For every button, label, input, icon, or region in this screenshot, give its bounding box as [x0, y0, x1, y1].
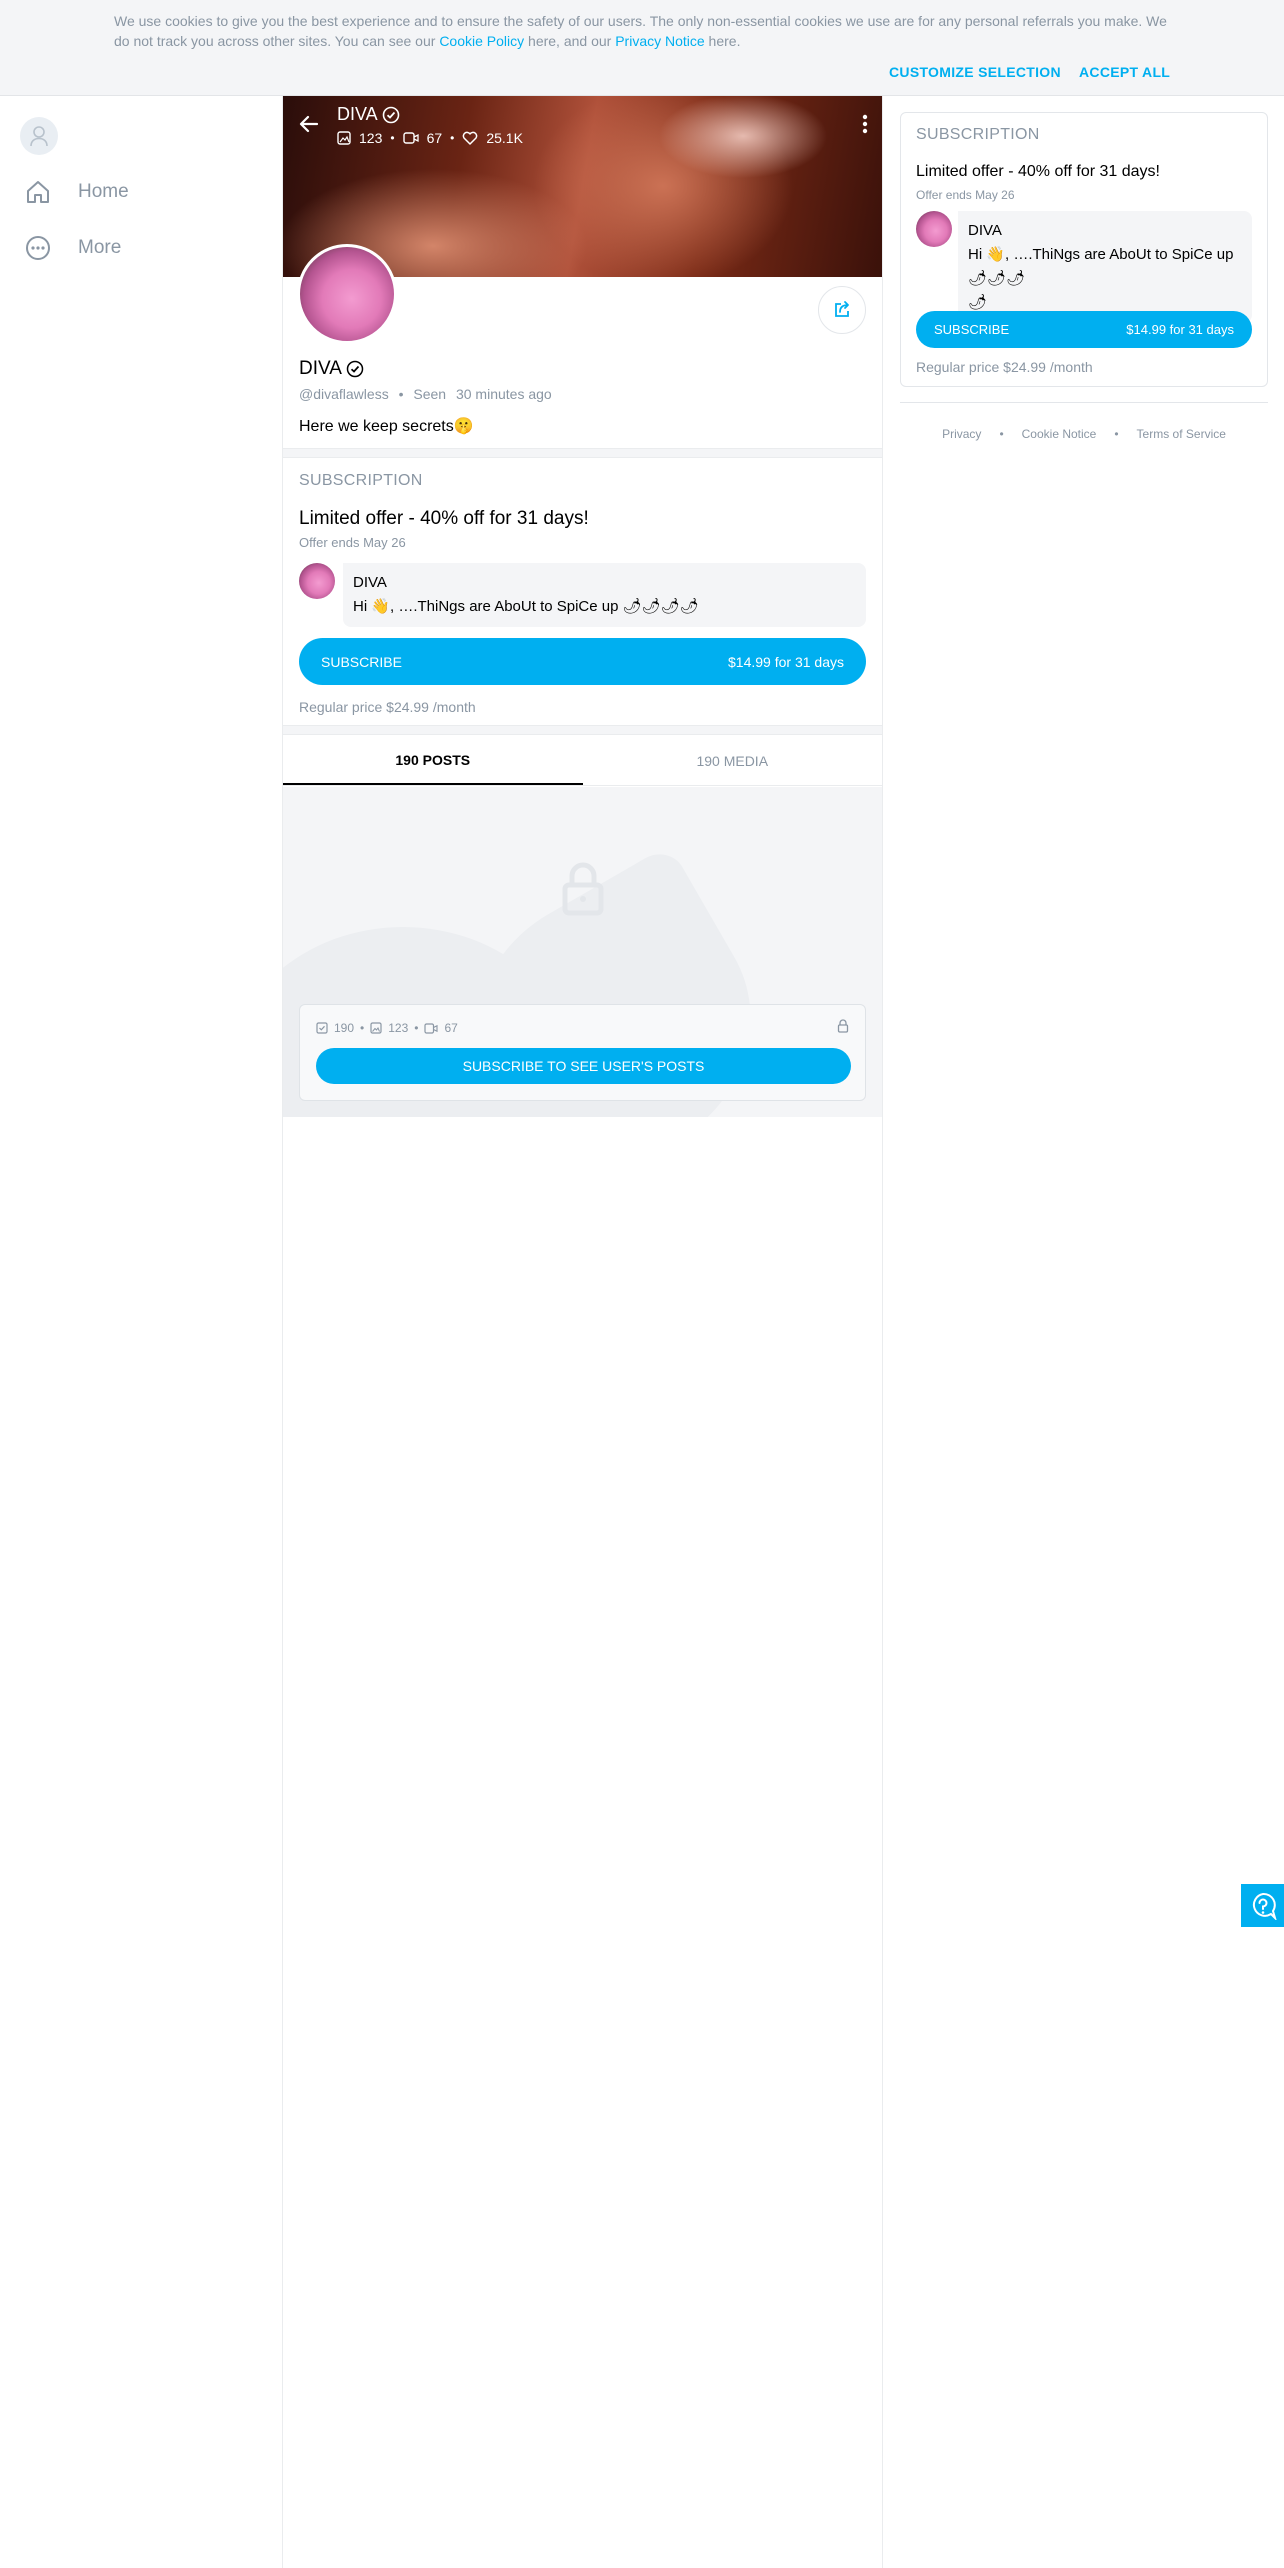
cookie-text: We use cookies to give you the best expe… [114, 11, 1174, 51]
cookie-policy-link[interactable]: Cookie Policy [439, 33, 524, 49]
help-button[interactable] [1241, 1884, 1284, 1927]
separator-dot: • [999, 427, 1004, 441]
subscription-heading: SUBSCRIPTION [299, 472, 423, 489]
separator-dot: • [390, 131, 395, 145]
more-icon [26, 236, 50, 260]
message-text: Hi 👋, ….ThiNgs are AboUt to SpiCe up 🌶🌶🌶 [968, 246, 1234, 287]
subscription-card: SUBSCRIPTION Limited offer - 40% off for… [900, 112, 1268, 387]
cookie-notice-link[interactable]: Cookie Notice [1022, 427, 1097, 441]
help-icon [1252, 1892, 1277, 1920]
home-icon [27, 181, 49, 203]
sidebar-item-more[interactable]: More [24, 234, 121, 262]
subscribe-price: $14.99 for 31 days [1126, 322, 1234, 337]
cookie-text-part: here, and our [524, 33, 616, 49]
locked-post-count: 190 [334, 1021, 355, 1035]
offer-title: Limited offer - 40% off for 31 days! [299, 508, 589, 529]
cover-name: DIVA [337, 104, 400, 125]
message-text: Hi 👋, ….ThiNgs are AboUt to SpiCe up 🌶🌶🌶… [353, 598, 699, 615]
section-divider [283, 725, 882, 735]
user-icon [30, 126, 48, 147]
locked-posts: 190 • 123 • 67 SUBSCRIBE TO SEE USER'S P… [283, 787, 882, 1117]
message-author: DIVA [353, 574, 387, 591]
subscribe-to-see-posts-button[interactable]: SUBSCRIBE TO SEE USER'S POSTS [316, 1048, 851, 1084]
separator-dot: • [1114, 427, 1119, 441]
locked-video-count: 67 [444, 1021, 458, 1035]
subscription-heading: SUBSCRIPTION [916, 126, 1040, 143]
message-bubble: DIVA Hi 👋, ….ThiNgs are AboUt to SpiCe u… [343, 563, 866, 627]
like-count: 25.1K [486, 130, 523, 146]
privacy-notice-link[interactable]: Privacy Notice [615, 33, 704, 49]
message-author: DIVA [968, 222, 1002, 239]
photo-icon [337, 131, 351, 145]
profile-tabs: 190 POSTS 190 MEDIA [283, 736, 882, 786]
profile-name: DIVA [299, 358, 364, 380]
tab-posts[interactable]: 190 POSTS [283, 736, 583, 785]
subscribe-label: SUBSCRIBE [934, 322, 1010, 337]
heart-icon [463, 131, 478, 145]
section-divider [283, 448, 882, 458]
offer-title: Limited offer - 40% off for 31 days! [916, 163, 1160, 180]
video-icon [402, 132, 419, 144]
creator-message: DIVA Hi 👋, ….ThiNgs are AboUt to SpiCe u… [916, 211, 1252, 323]
message-avatar [916, 211, 952, 247]
share-icon [835, 301, 849, 317]
sidebar-item-label: Home [78, 181, 129, 202]
seen-label: Seen [413, 386, 447, 402]
cover-name-text: DIVA [337, 104, 378, 124]
regular-price: Regular price $24.99 /month [916, 359, 1093, 375]
separator-dot: • [360, 1021, 365, 1035]
locked-photo-count: 123 [388, 1021, 409, 1035]
verified-icon [346, 360, 364, 378]
accept-all-button[interactable]: ACCEPT ALL [1079, 64, 1170, 80]
locked-stats: 190 • 123 • 67 [316, 1021, 458, 1035]
offer-ends: Offer ends May 26 [916, 188, 1015, 202]
cover-image: DIVA 123 • 67 • 25.1K [283, 96, 882, 277]
user-avatar[interactable] [20, 117, 58, 155]
photo-icon [370, 1022, 382, 1034]
subscribe-label: SUBSCRIBE [321, 653, 402, 670]
profile-bio: Here we keep secrets🤫 [299, 418, 474, 435]
cookie-text-part: here. [704, 33, 741, 49]
profile-avatar[interactable] [297, 244, 397, 344]
footer-links: Privacy • Cookie Notice • Terms of Servi… [900, 402, 1268, 441]
seen-time: 30 minutes ago [455, 386, 552, 402]
locked-card: 190 • 123 • 67 SUBSCRIBE TO SEE USER'S P… [299, 1004, 866, 1101]
cookie-banner: We use cookies to give you the best expe… [0, 0, 1284, 96]
profile-handle: @divaflawless [299, 386, 389, 402]
profile-column: DIVA 123 • 67 • 25.1K DIVA @divaflawless… [282, 96, 883, 2568]
subscribe-button[interactable]: SUBSCRIBE $14.99 for 31 days [916, 311, 1252, 348]
subscribe-price: $14.99 for 31 days [728, 653, 844, 670]
lock-icon [837, 1019, 849, 1033]
share-button[interactable] [818, 286, 866, 334]
separator-dot: • [414, 1021, 419, 1035]
post-icon [316, 1022, 328, 1034]
lock-icon [562, 862, 604, 916]
separator-dot: • [450, 131, 455, 145]
cover-stats: 123 • 67 • 25.1K [337, 130, 523, 146]
video-icon [424, 1022, 439, 1034]
privacy-link[interactable]: Privacy [942, 427, 981, 441]
terms-link[interactable]: Terms of Service [1137, 427, 1226, 441]
photo-count: 123 [359, 130, 383, 146]
message-avatar [299, 563, 335, 599]
sidebar-item-home[interactable]: Home [24, 178, 129, 206]
tab-media[interactable]: 190 MEDIA [583, 736, 883, 785]
profile-meta: @divaflawless • Seen 30 minutes ago [299, 386, 552, 402]
offer-ends: Offer ends May 26 [299, 535, 406, 550]
verified-icon [382, 106, 399, 123]
message-bubble: DIVA Hi 👋, ….ThiNgs are AboUt to SpiCe u… [958, 211, 1252, 323]
regular-price: Regular price $24.99 /month [299, 699, 476, 715]
subscribe-button[interactable]: SUBSCRIBE $14.99 for 31 days [299, 638, 866, 685]
customize-selection-button[interactable]: CUSTOMIZE SELECTION [889, 64, 1061, 80]
video-count: 67 [426, 130, 443, 146]
creator-message: DIVA Hi 👋, ….ThiNgs are AboUt to SpiCe u… [299, 563, 866, 627]
sidebar-item-label: More [78, 237, 122, 258]
more-options-icon[interactable] [862, 114, 868, 134]
profile-name-text: DIVA [299, 358, 342, 379]
separator-dot: • [398, 386, 404, 402]
back-arrow-icon[interactable] [297, 112, 321, 136]
